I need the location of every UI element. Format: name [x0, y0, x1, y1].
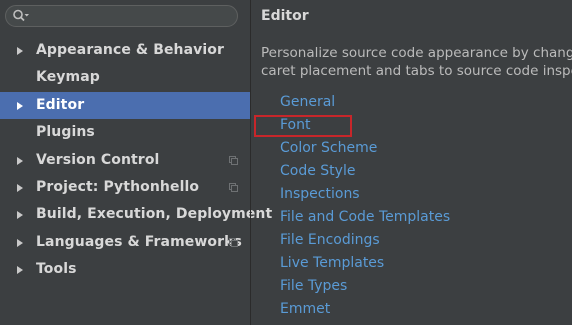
sidebar-item-keymap[interactable]: Keymap: [0, 64, 250, 91]
page-title: Editor: [261, 8, 309, 24]
sidebar-item-tools[interactable]: Tools: [0, 256, 250, 283]
settings-sidebar: Appearance & Behavior Keymap Editor Plug…: [0, 0, 272, 325]
description-line: caret placement and tabs to source code …: [261, 63, 572, 79]
link-code-style[interactable]: Code Style: [280, 160, 450, 183]
link-file-encodings[interactable]: File Encodings: [280, 229, 450, 252]
sidebar-item-label: Build, Execution, Deployment: [36, 206, 273, 223]
link-emmet[interactable]: Emmet: [280, 298, 450, 321]
sidebar-item-appearance-behavior[interactable]: Appearance & Behavior: [0, 37, 250, 64]
font-highlight-box: [254, 115, 352, 137]
sidebar-item-project[interactable]: Project: Pythonhello: [0, 174, 250, 201]
chevron-right-icon[interactable]: [17, 211, 23, 220]
sidebar-item-label: Tools: [36, 261, 77, 278]
project-level-icon: [229, 237, 238, 247]
settings-tree: Appearance & Behavior Keymap Editor Plug…: [0, 37, 272, 284]
search-icon: [13, 9, 29, 22]
sidebar-item-label: Appearance & Behavior: [36, 42, 225, 58]
chevron-right-icon[interactable]: [17, 238, 23, 247]
description-line: Personalize source code appearance by ch…: [261, 45, 572, 61]
search-input[interactable]: [5, 5, 238, 27]
sidebar-item-version-control[interactable]: Version Control: [0, 147, 250, 174]
settings-content: Editor Personalize source code appearanc…: [251, 0, 572, 325]
sidebar-item-label: Version Control: [36, 151, 160, 168]
link-file-types[interactable]: File Types: [280, 275, 450, 298]
sidebar-item-label: Plugins: [36, 124, 95, 141]
sidebar-item-label: Project: Pythonhello: [36, 178, 200, 195]
chevron-right-icon[interactable]: [17, 101, 23, 110]
sidebar-item-label: Languages & Frameworks: [36, 233, 242, 250]
chevron-right-icon[interactable]: [17, 266, 23, 275]
chevron-right-icon[interactable]: [17, 156, 23, 165]
project-level-icon: [229, 155, 238, 165]
sidebar-item-label: Keymap: [36, 69, 100, 86]
sidebar-item-plugins[interactable]: Plugins: [0, 119, 250, 146]
sidebar-item-editor[interactable]: Editor: [0, 91, 250, 120]
link-file-code-templates[interactable]: File and Code Templates: [280, 206, 450, 229]
link-live-templates[interactable]: Live Templates: [280, 252, 450, 275]
sidebar-item-build-execution-deployment[interactable]: Build, Execution, Deployment: [0, 201, 272, 228]
sidebar-item-label: Editor: [36, 96, 85, 113]
chevron-right-icon[interactable]: [17, 47, 23, 55]
project-level-icon: [229, 182, 238, 192]
link-general[interactable]: General: [280, 91, 450, 114]
chevron-right-icon[interactable]: [17, 183, 23, 192]
link-color-scheme[interactable]: Color Scheme: [280, 137, 450, 160]
page-description: Personalize source code appearance by ch…: [261, 44, 572, 80]
link-inspections[interactable]: Inspections: [280, 183, 450, 206]
sidebar-item-languages-frameworks[interactable]: Languages & Frameworks: [0, 229, 250, 256]
